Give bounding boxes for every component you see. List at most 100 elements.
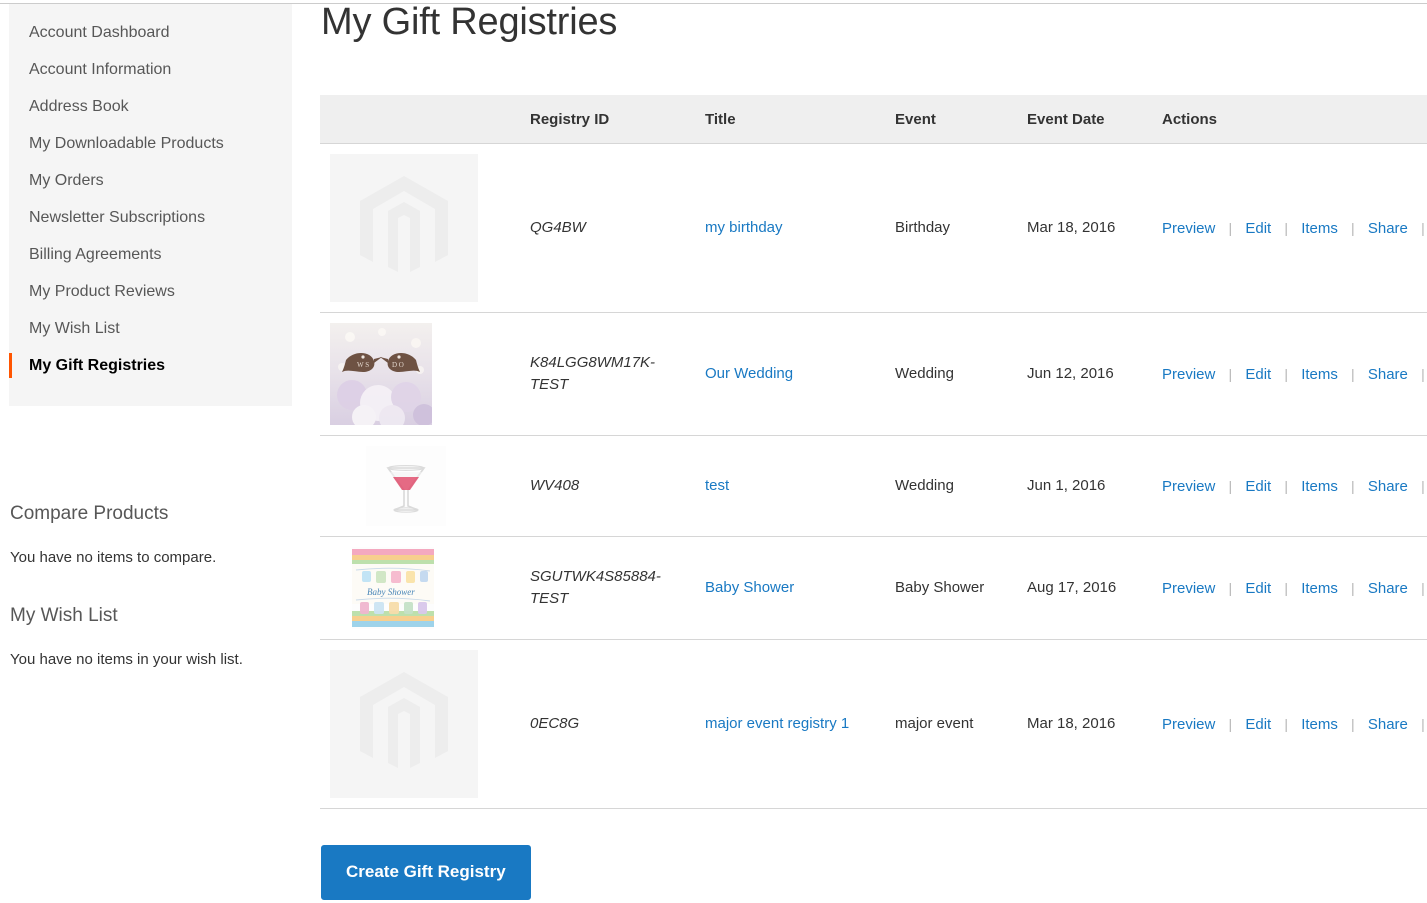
registry-title-link[interactable]: my birthday xyxy=(705,219,783,236)
registry-title-link[interactable]: major event registry 1 xyxy=(705,715,849,732)
registry-title-cell: Baby Shower xyxy=(695,536,885,640)
registry-event-cell: Baby Shower xyxy=(885,536,1017,640)
registry-image-cell xyxy=(320,435,520,537)
registry-id: SGUTWK4S85884-TEST xyxy=(530,568,661,607)
items-link[interactable]: Items xyxy=(1301,580,1338,597)
action-separator: | xyxy=(1284,715,1289,732)
share-link[interactable]: Share xyxy=(1368,366,1408,383)
preview-link[interactable]: Preview xyxy=(1162,478,1215,495)
edit-link[interactable]: Edit xyxy=(1245,716,1271,733)
registry-id: 0EC8G xyxy=(530,715,580,732)
sidebar-item-account-information[interactable]: Account Information xyxy=(9,51,292,88)
registry-title-link[interactable]: Baby Shower xyxy=(705,579,794,596)
sidebar-item-my-orders[interactable]: My Orders xyxy=(9,162,292,199)
preview-link[interactable]: Preview xyxy=(1162,220,1215,237)
sidebar-item-address-book[interactable]: Address Book xyxy=(9,88,292,125)
wish-list-title: My Wish List xyxy=(10,605,118,626)
registry-event-cell: Wedding xyxy=(885,312,1017,436)
preview-link[interactable]: Preview xyxy=(1162,580,1215,597)
share-link[interactable]: Share xyxy=(1368,478,1408,495)
create-gift-registry-button[interactable]: Create Gift Registry xyxy=(321,845,531,900)
edit-link[interactable]: Edit xyxy=(1245,366,1271,383)
action-separator: | xyxy=(1351,715,1355,732)
sidebar-item-my-downloadable-products[interactable]: My Downloadable Products xyxy=(9,125,292,162)
action-separator: | xyxy=(1351,579,1355,596)
column-header-event-date: Event Date xyxy=(1017,95,1152,144)
table-header-row: Registry ID Title Event Event Date Actio… xyxy=(320,95,1427,144)
action-separator: | xyxy=(1228,715,1233,732)
registry-actions-cell: Preview | Edit | Items | Share | Delete xyxy=(1152,312,1427,436)
action-separator: | xyxy=(1284,219,1289,236)
sidebar-item-my-product-reviews[interactable]: My Product Reviews xyxy=(9,273,292,310)
baby-shower-card-photo: Baby Shower xyxy=(352,547,434,629)
wedding-birds-photo: W S D O xyxy=(330,323,432,425)
svg-text:W S: W S xyxy=(357,361,369,369)
registry-title-link[interactable]: test xyxy=(705,477,729,494)
registry-actions-cell: Preview | Edit | Items | Share | Delete xyxy=(1152,639,1427,809)
account-nav: Account Dashboard Account Information Ad… xyxy=(9,4,292,406)
sidebar-item-label: My Wish List xyxy=(29,320,120,337)
action-separator: | xyxy=(1351,219,1355,236)
table-row: 0EC8G major event registry 1 major event… xyxy=(320,639,1427,809)
table-row: W S D O K84LGG8WM17K-TEST Our Wedding We… xyxy=(320,312,1427,436)
magento-placeholder-icon xyxy=(330,154,478,302)
svg-text:D O: D O xyxy=(392,361,404,369)
table-row: Baby Shower SGUTWK4S85884-TEST Baby Show… xyxy=(320,536,1427,640)
share-link[interactable]: Share xyxy=(1368,716,1408,733)
registry-actions-cell: Preview | Edit | Items | Share | Delete xyxy=(1152,536,1427,640)
edit-link[interactable]: Edit xyxy=(1245,478,1271,495)
preview-link[interactable]: Preview xyxy=(1162,716,1215,733)
items-link[interactable]: Items xyxy=(1301,366,1338,383)
action-separator: | xyxy=(1421,579,1425,596)
cocktail-glass-photo xyxy=(366,446,446,526)
registry-id: QG4BW xyxy=(530,219,586,236)
page-title: My Gift Registries xyxy=(321,1,618,43)
registry-title-link[interactable]: Our Wedding xyxy=(705,365,793,382)
sidebar-item-my-gift-registries[interactable]: My Gift Registries xyxy=(9,347,292,384)
registry-event-date-cell: Jun 12, 2016 xyxy=(1017,312,1152,436)
compare-products-block: Compare Products You have no items to co… xyxy=(9,502,292,568)
registry-event-date-cell: Mar 18, 2016 xyxy=(1017,143,1152,313)
action-separator: | xyxy=(1228,477,1233,494)
wish-list-empty-text: You have no items in your wish list. xyxy=(10,651,243,668)
registry-id-cell: K84LGG8WM17K-TEST xyxy=(520,312,695,436)
action-separator: | xyxy=(1421,715,1425,732)
sidebar-item-account-dashboard[interactable]: Account Dashboard xyxy=(9,14,292,51)
registry-image-cell xyxy=(320,639,520,809)
registry-actions-cell: Preview | Edit | Items | Share | Delete xyxy=(1152,143,1427,313)
items-link[interactable]: Items xyxy=(1301,478,1338,495)
sidebar-item-label: Newsletter Subscriptions xyxy=(29,209,206,226)
sidebar-item-label: My Gift Registries xyxy=(29,357,166,374)
compare-products-title: Compare Products xyxy=(10,503,169,524)
edit-link[interactable]: Edit xyxy=(1245,220,1271,237)
sidebar-item-my-wish-list[interactable]: My Wish List xyxy=(9,310,292,347)
edit-link[interactable]: Edit xyxy=(1245,580,1271,597)
share-link[interactable]: Share xyxy=(1368,580,1408,597)
registry-id-cell: 0EC8G xyxy=(520,639,695,809)
registry-id-cell: SGUTWK4S85884-TEST xyxy=(520,536,695,640)
magento-placeholder-icon xyxy=(330,650,478,798)
registry-image-cell xyxy=(320,143,520,313)
sidebar-item-newsletter-subscriptions[interactable]: Newsletter Subscriptions xyxy=(9,199,292,236)
action-separator: | xyxy=(1228,579,1233,596)
action-separator: | xyxy=(1421,477,1425,494)
registry-title-cell: my birthday xyxy=(695,143,885,313)
registry-id-cell: WV408 xyxy=(520,435,695,537)
share-link[interactable]: Share xyxy=(1368,220,1408,237)
registry-event-cell: major event xyxy=(885,639,1017,809)
preview-link[interactable]: Preview xyxy=(1162,366,1215,383)
sidebar-item-label: Account Information xyxy=(29,61,172,78)
action-separator: | xyxy=(1421,365,1425,382)
sidebar-item-label: Account Dashboard xyxy=(29,24,170,41)
table-body: QG4BW my birthday Birthday Mar 18, 2016 … xyxy=(320,143,1427,809)
registry-id-cell: QG4BW xyxy=(520,143,695,313)
action-separator: | xyxy=(1351,365,1355,382)
sidebar-item-billing-agreements[interactable]: Billing Agreements xyxy=(9,236,292,273)
table-head: Registry ID Title Event Event Date Actio… xyxy=(320,95,1427,144)
items-link[interactable]: Items xyxy=(1301,220,1338,237)
registry-title-cell: major event registry 1 xyxy=(695,639,885,809)
registry-title-cell: Our Wedding xyxy=(695,312,885,436)
gift-registries-table: Registry ID Title Event Event Date Actio… xyxy=(320,95,1427,809)
column-header-registry-id: Registry ID xyxy=(520,95,695,144)
items-link[interactable]: Items xyxy=(1301,716,1338,733)
